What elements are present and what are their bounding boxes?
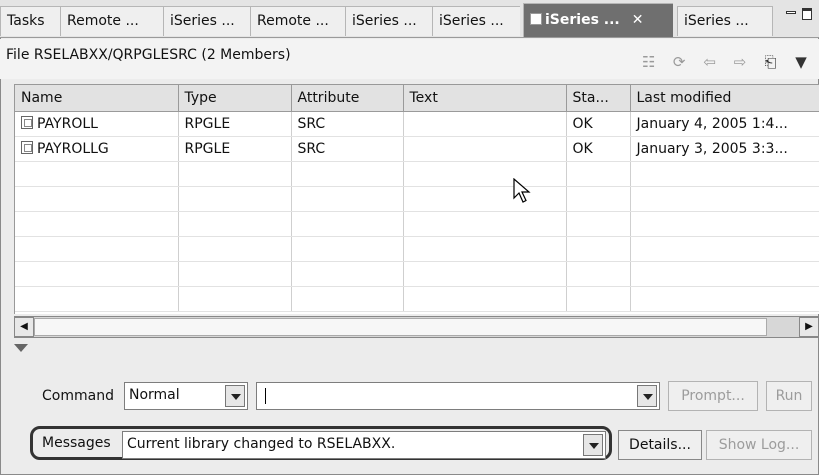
column-header-status[interactable]: Sta... (566, 85, 631, 112)
tab-iseries-1[interactable]: iSeries ... (163, 6, 250, 36)
horizontal-scrollbar[interactable]: ◀ ▶ (14, 316, 819, 338)
cell-last-modified[interactable]: January 3, 2005 3:3... (630, 136, 819, 162)
cell-text[interactable] (403, 111, 567, 137)
cell-name[interactable]: PAYROLL (15, 111, 179, 137)
tab-iseries-4[interactable]: iSeries ... (677, 6, 773, 36)
cell-status[interactable]: OK (566, 136, 631, 162)
cell-attribute[interactable]: SRC (291, 111, 404, 137)
empty-row (15, 236, 819, 262)
text-caret (265, 388, 266, 404)
empty-row (15, 186, 819, 212)
window-controls (780, 6, 816, 28)
dropdown-arrow-icon[interactable] (583, 434, 603, 456)
cell-attribute[interactable]: SRC (291, 136, 404, 162)
filter-icon[interactable]: ☷ (639, 53, 659, 71)
tab-iseries-3[interactable]: iSeries ... (432, 6, 520, 36)
command-input[interactable] (256, 382, 660, 410)
tab-bar: Tasks Remote ... iSeries ... Remote ... … (0, 0, 819, 38)
tab-remote-2[interactable]: Remote ... (250, 6, 345, 36)
dropdown-arrow-icon[interactable] (637, 385, 657, 407)
maximize-icon[interactable] (802, 8, 812, 20)
member-icon (21, 115, 33, 129)
tab-tasks[interactable]: Tasks (0, 6, 60, 36)
mouse-pointer-icon (513, 178, 531, 203)
view-menu-icon[interactable]: ▼ (791, 53, 811, 71)
messages-label: Messages (42, 435, 111, 451)
command-label: Command (42, 388, 114, 404)
cell-type[interactable]: RPGLE (178, 111, 292, 137)
up-level-icon[interactable]: ⎗ (761, 53, 781, 71)
column-header-name[interactable]: Name (15, 85, 179, 112)
table-row[interactable]: PAYROLL RPGLE SRC OK January 4, 2005 1:4… (15, 111, 819, 137)
run-button[interactable]: Run (766, 381, 812, 411)
forward-arrow-icon[interactable]: ⇨ (730, 53, 750, 71)
members-table: Name Type Attribute Text Sta... Last mod… (14, 84, 819, 314)
details-button[interactable]: Details... (618, 430, 702, 460)
collapse-arrow-icon[interactable] (14, 344, 28, 352)
view-title: File RSELABXX/QRPGLESRC (2 Members) (6, 47, 291, 63)
column-header-last-modified[interactable]: Last modified (630, 85, 819, 112)
empty-row (15, 261, 819, 287)
dropdown-arrow-icon[interactable] (225, 385, 245, 407)
cell-name[interactable]: PAYROLLG (15, 136, 179, 162)
tab-iseries-2[interactable]: iSeries ... (345, 6, 432, 36)
cell-text[interactable] (403, 136, 567, 162)
close-tab-icon[interactable]: ✕ (632, 12, 644, 28)
view-title-bar: File RSELABXX/QRPGLESRC (2 Members) ☷ ⟳ … (0, 39, 819, 79)
member-icon (21, 140, 33, 154)
column-header-type[interactable]: Type (178, 85, 292, 112)
table-view-icon (530, 13, 542, 25)
command-row: Command Normal Prompt... Run (0, 378, 819, 414)
tab-iseries-active[interactable]: iSeries ... ✕ (523, 3, 673, 37)
cell-type[interactable]: RPGLE (178, 136, 292, 162)
refresh-icon[interactable]: ⟳ (669, 53, 689, 71)
minimize-icon[interactable] (786, 11, 796, 14)
empty-row (15, 211, 819, 237)
command-mode-select[interactable]: Normal (124, 382, 248, 410)
cell-status[interactable]: OK (566, 111, 631, 137)
column-header-attribute[interactable]: Attribute (291, 85, 404, 112)
back-arrow-icon[interactable]: ⇦ (700, 53, 720, 71)
table-row[interactable]: PAYROLLG RPGLE SRC OK January 3, 2005 3:… (15, 136, 819, 162)
prompt-button[interactable]: Prompt... (668, 381, 758, 411)
column-header-text[interactable]: Text (403, 85, 567, 112)
show-log-button[interactable]: Show Log... (706, 430, 812, 460)
tab-remote-1[interactable]: Remote ... (60, 6, 163, 36)
cell-last-modified[interactable]: January 4, 2005 1:4... (630, 111, 819, 137)
scroll-right-icon[interactable]: ▶ (799, 317, 819, 337)
scroll-thumb[interactable] (34, 318, 767, 336)
scroll-left-icon[interactable]: ◀ (14, 317, 34, 337)
view-toolbar: ☷ ⟳ ⇦ ⇨ ⎗ ▼ (633, 53, 811, 73)
empty-row (15, 286, 819, 312)
table-header-row: Name Type Attribute Text Sta... Last mod… (15, 85, 819, 112)
messages-field[interactable]: Current library changed to RSELABXX. (122, 431, 606, 459)
empty-row (15, 161, 819, 187)
